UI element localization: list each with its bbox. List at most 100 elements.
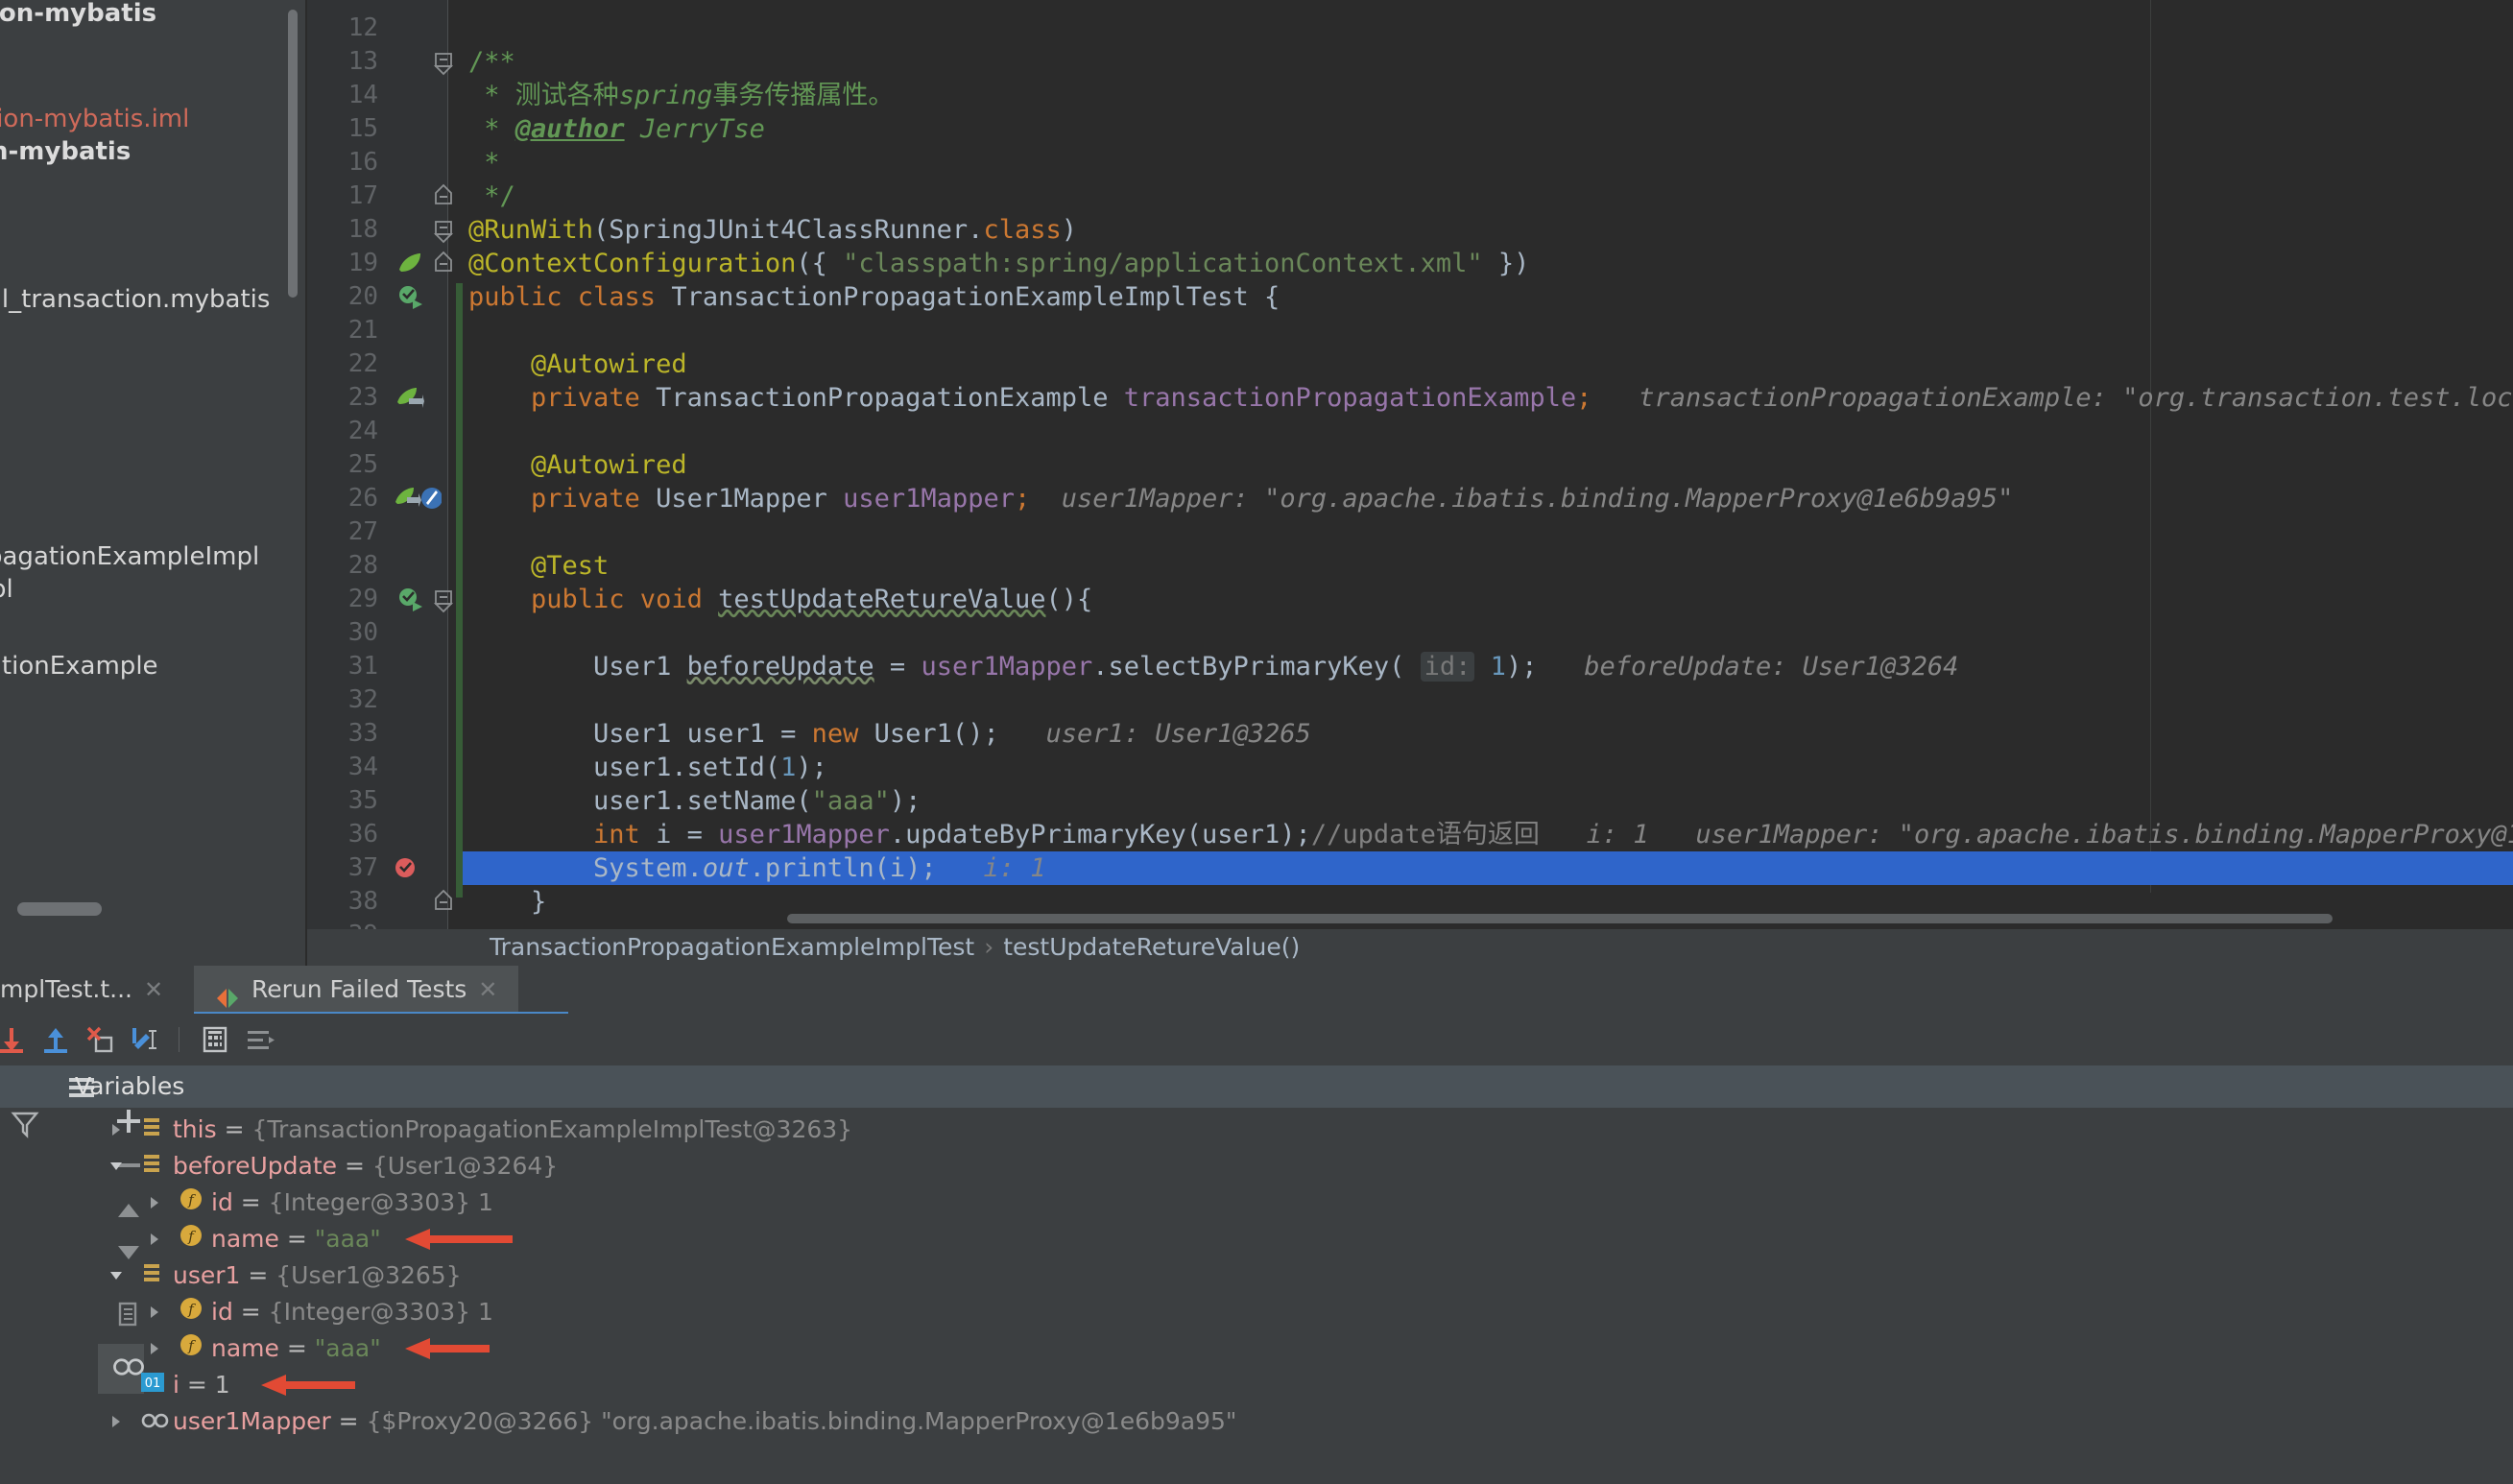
- code-line[interactable]: @RunWith(SpringJUnit4ClassRunner.class): [468, 213, 1077, 247]
- variables-tree[interactable]: this = {TransactionPropagationExampleImp…: [108, 1108, 2513, 1484]
- code-line[interactable]: private TransactionPropagationExample tr…: [468, 381, 2513, 415]
- variable-row[interactable]: 01 i = 1: [108, 1367, 230, 1403]
- project-tree-item[interactable]: al_transaction.mybatis: [0, 284, 270, 315]
- spring-bean-icon[interactable]: [395, 249, 424, 277]
- debug-tab[interactable]: Rerun Failed Tests ✕: [194, 966, 519, 1014]
- code-line[interactable]: User1 user1 = new User1(); user1: User1@…: [468, 717, 1311, 751]
- variable-row[interactable]: user1 = {User1@3265}: [108, 1257, 462, 1294]
- run-test-icon[interactable]: [395, 585, 424, 613]
- debug-tab[interactable]: mplTest.t... ✕: [0, 966, 184, 1014]
- code-line[interactable]: */: [468, 180, 515, 213]
- settings-lines-icon[interactable]: [244, 1024, 275, 1055]
- code-lines[interactable]: 12 13 /** 14 * 测试各种spring事务传播属性。 15 * @autho…: [307, 0, 2513, 929]
- code-line[interactable]: @Autowired: [468, 448, 687, 482]
- code-line[interactable]: }: [468, 885, 546, 919]
- drop-frame-icon[interactable]: [84, 1024, 115, 1055]
- mybatis-mapper-nav-icon[interactable]: [395, 484, 442, 513]
- code-token: transactionPropagationExample: [1123, 383, 1577, 413]
- variables-panel-header[interactable]: Variables →: [0, 1065, 2513, 1202]
- project-tree-item[interactable]: pagationExampleImpl: [0, 541, 259, 572]
- fold-end-icon[interactable]: [434, 886, 453, 919]
- code-line[interactable]: user1.setName("aaa");: [468, 784, 921, 818]
- collapse-arrow-icon[interactable]: [108, 1258, 140, 1295]
- sidebar-horizontal-scrollbar[interactable]: [17, 902, 102, 916]
- project-tree-item[interactable]: tion-mybatis.iml: [0, 104, 189, 134]
- expand-arrow-icon[interactable]: [146, 1295, 179, 1331]
- expand-arrow-icon[interactable]: [146, 1331, 179, 1368]
- code-line[interactable]: private User1Mapper user1Mapper; user1Ma…: [468, 482, 2013, 515]
- code-line[interactable]: user1.setId(1);: [468, 751, 827, 784]
- code-token: 1: [780, 753, 797, 782]
- field-icon: f: [179, 1331, 211, 1368]
- project-tree-item[interactable]: ationExample: [0, 651, 158, 682]
- line-number: 36: [347, 820, 378, 849]
- variable-row[interactable]: this = {TransactionPropagationExampleImp…: [108, 1112, 852, 1148]
- code-line[interactable]: * @author JerryTse: [468, 112, 765, 146]
- project-tree-item[interactable]: n-mybatis: [0, 136, 131, 167]
- expand-arrow-icon[interactable]: [108, 1404, 140, 1441]
- run-test-icon[interactable]: [395, 282, 424, 311]
- variable-row[interactable]: f id = {Integer@3303} 1: [146, 1185, 493, 1221]
- expand-arrow-icon[interactable]: [108, 1113, 140, 1149]
- spring-bean-nav-icon[interactable]: [395, 383, 424, 412]
- close-tab-icon[interactable]: ✕: [144, 976, 163, 1003]
- fold-collapse-icon[interactable]: [434, 214, 453, 247]
- variable-equals: =: [330, 1407, 367, 1435]
- code-editor[interactable]: 12 13 /** 14 * 测试各种spring事务传播属性。 15 * @autho…: [307, 0, 2513, 929]
- expand-arrow-icon[interactable]: [146, 1185, 179, 1222]
- breadcrumb-method[interactable]: testUpdateRetureValue(): [1003, 933, 1300, 961]
- variable-row[interactable]: f name = "aaa": [146, 1221, 381, 1257]
- variable-name: name: [211, 1225, 279, 1253]
- line-number: 20: [347, 282, 378, 311]
- variable-row[interactable]: f id = {Integer@3303} 1: [146, 1294, 493, 1330]
- variable-row[interactable]: user1Mapper = {$Proxy20@3266} "org.apach…: [108, 1403, 1236, 1440]
- expand-arrow-icon[interactable]: [146, 1222, 179, 1258]
- fold-collapse-icon[interactable]: [434, 584, 453, 616]
- run-to-cursor-icon[interactable]: [129, 1024, 159, 1055]
- debug-tab-label: mplTest.t...: [0, 975, 132, 1003]
- debug-toolbar[interactable]: [0, 1014, 2513, 1065]
- breadcrumb[interactable]: TransactionPropagationExampleImplTest › te…: [307, 929, 2513, 966]
- code-line[interactable]: public void testUpdateRetureValue(){: [468, 583, 1092, 616]
- filter-icon[interactable]: [6, 1104, 44, 1142]
- code-line[interactable]: * 测试各种spring事务传播属性。: [468, 79, 894, 112]
- project-tree-item[interactable]: ion-mybatis: [0, 0, 156, 29]
- code-line[interactable]: @ContextConfiguration({ "classpath:sprin…: [468, 247, 1529, 280]
- code-line[interactable]: int i = user1Mapper.updateByPrimaryKey(u…: [468, 818, 2513, 851]
- project-tree-item[interactable]: pl: [0, 574, 13, 605]
- fold-end-icon[interactable]: [434, 180, 453, 213]
- editor-horizontal-scrollbar[interactable]: [787, 914, 2333, 923]
- line-number: 24: [347, 417, 378, 445]
- collapse-arrow-icon[interactable]: [108, 1149, 140, 1185]
- code-token: out: [702, 853, 750, 883]
- code-line[interactable]: System.out.println(i); i: 1: [468, 851, 1045, 885]
- variable-row[interactable]: f name = "aaa": [146, 1330, 381, 1367]
- code-token: user1.setName(: [468, 786, 812, 816]
- variable-equals: =: [240, 1261, 276, 1289]
- code-line[interactable]: *: [468, 146, 499, 180]
- evaluate-expression-icon[interactable]: [200, 1024, 230, 1055]
- fold-end-icon[interactable]: [434, 248, 453, 280]
- debug-tab-bar[interactable]: mplTest.t... ✕ Rerun Failed Tests ✕: [0, 966, 2513, 1014]
- code-token: "aaa": [811, 786, 890, 816]
- code-line[interactable]: /**: [468, 45, 515, 79]
- breadcrumb-class[interactable]: TransactionPropagationExampleImplTest: [490, 933, 974, 961]
- step-out-icon[interactable]: [40, 1024, 71, 1055]
- code-line[interactable]: User1 beforeUpdate = user1Mapper.selectB…: [468, 650, 1958, 683]
- code-line[interactable]: @Autowired: [468, 347, 687, 381]
- fold-collapse-icon[interactable]: [434, 46, 453, 79]
- variable-row[interactable]: beforeUpdate = {User1@3264}: [108, 1148, 558, 1185]
- step-over-icon[interactable]: [0, 1024, 27, 1055]
- code-line[interactable]: public class TransactionPropagationExamp…: [468, 280, 1280, 314]
- line-number: 29: [347, 585, 378, 613]
- code-line[interactable]: @Test: [468, 549, 609, 583]
- sidebar-vertical-scrollbar[interactable]: [288, 10, 298, 298]
- line-number: 30: [347, 618, 378, 647]
- project-sidebar[interactable]: ion-mybatis tion-mybatis.iml n-mybatis al_t…: [0, 0, 305, 966]
- breakpoint-hit-icon[interactable]: [392, 853, 420, 882]
- code-token: TransactionPropagationExampleImplTest: [671, 282, 1249, 312]
- close-tab-icon[interactable]: ✕: [478, 976, 497, 1003]
- variable-equals: =: [232, 1298, 269, 1326]
- proxy-object-icon: [140, 1404, 173, 1441]
- code-token: spring: [618, 81, 713, 110]
